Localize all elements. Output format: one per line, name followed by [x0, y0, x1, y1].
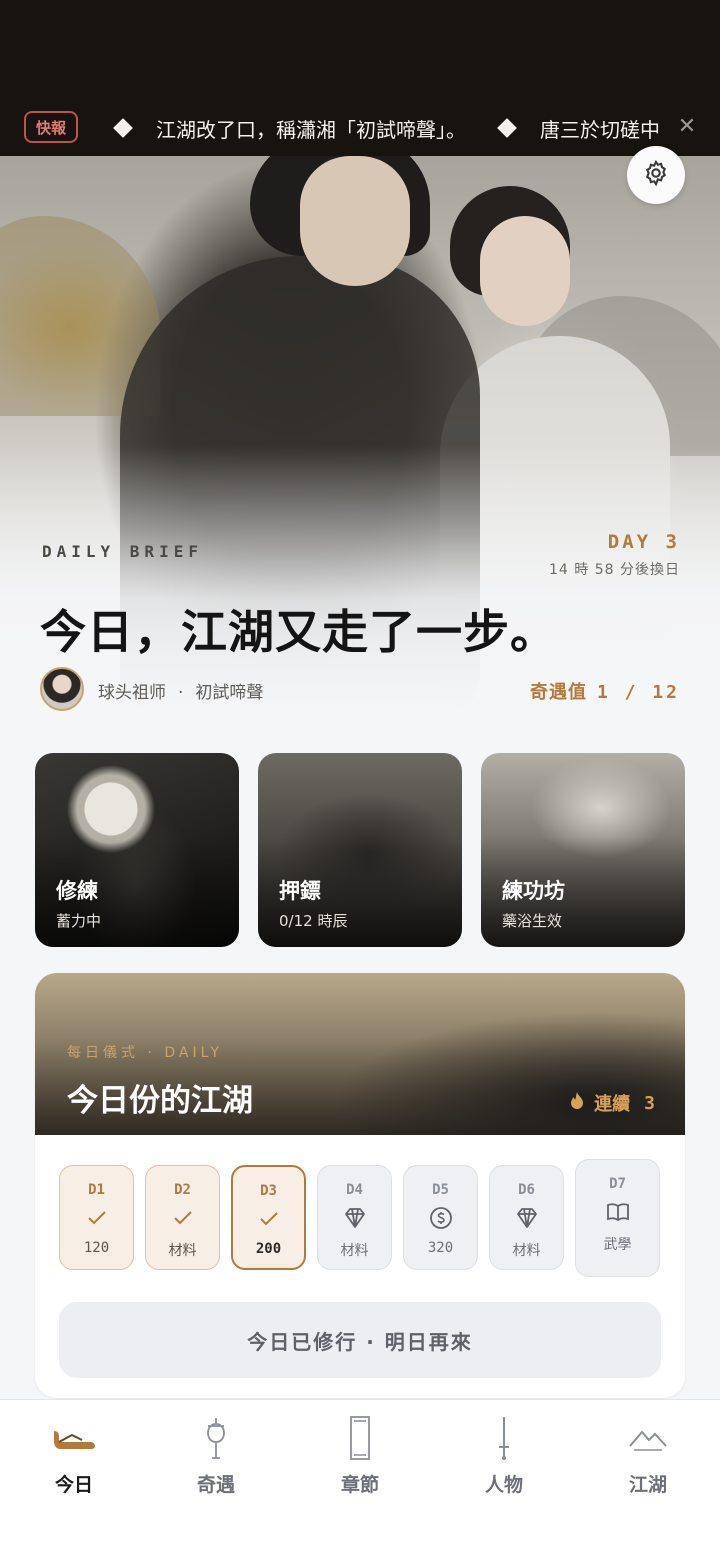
- day-cell-d2[interactable]: D2 材料: [145, 1165, 220, 1270]
- ticker-track: 江湖改了口，稱瀟湘「初試啼聲」。 唐三於切磋中: [110, 100, 675, 156]
- lantern-icon: [201, 1414, 231, 1462]
- nav-label: 人物: [484, 1474, 523, 1496]
- day-reward: 200: [255, 1241, 282, 1257]
- day-reward: 320: [427, 1240, 454, 1256]
- nav-item-chapters[interactable]: 章節: [288, 1414, 432, 1497]
- status-bar: [0, 0, 720, 100]
- day-reward: 材料: [168, 1243, 197, 1259]
- flame-icon: [568, 1091, 586, 1116]
- day-reward: 武學: [603, 1237, 632, 1253]
- gem-icon: [515, 1202, 539, 1234]
- nav-label: 奇遇: [196, 1474, 235, 1496]
- ticker-item: 唐三於切磋中: [494, 114, 660, 143]
- daily-brief-label: DAILY BRIEF: [42, 542, 203, 561]
- qiyu-counter: 奇遇值 1 / 12: [530, 678, 680, 704]
- ticker-badge: 快報: [24, 111, 78, 143]
- day-reward: 材料: [340, 1243, 369, 1259]
- day-label: DAY 3: [607, 531, 680, 553]
- day-label: D2: [174, 1182, 191, 1198]
- activity-subtitle: 藥浴生效: [502, 912, 563, 930]
- day-label: D7: [609, 1176, 626, 1192]
- activity-card-escort[interactable]: 押鏢 0/12 時辰: [258, 753, 462, 947]
- nav-item-characters[interactable]: 人物: [432, 1414, 576, 1497]
- activity-title: 修練: [56, 879, 98, 903]
- scroll-icon: [50, 1414, 98, 1462]
- user-title: 初試啼聲: [195, 683, 264, 703]
- day-cell-d5[interactable]: D5 320: [403, 1165, 478, 1270]
- user-info: 球头祖师 · 初試啼聲: [98, 678, 263, 703]
- sword-icon: [494, 1414, 514, 1462]
- qiyu-label: 奇遇值: [529, 682, 587, 703]
- day-label: D4: [346, 1182, 363, 1198]
- avatar[interactable]: [40, 667, 84, 711]
- streak-counter: 連續 3: [568, 1090, 655, 1116]
- separator: ·: [178, 683, 184, 703]
- activity-subtitle: 蓄力中: [56, 912, 102, 930]
- nav-item-jianghu[interactable]: 江湖: [576, 1414, 720, 1497]
- countdown-text: 14 時 58 分後換日: [549, 562, 680, 578]
- daily-complete-button[interactable]: 今日已修行 · 明日再來: [59, 1302, 661, 1378]
- news-ticker[interactable]: 快報 江湖改了口，稱瀟湘「初試啼聲」。 唐三於切磋中 ✕: [0, 100, 720, 156]
- mountain-icon: [628, 1414, 668, 1462]
- gem-icon: [343, 1202, 367, 1234]
- day-label: D3: [260, 1183, 277, 1199]
- daily-banner: 每日儀式 · DAILY 今日份的江湖 連續 3: [35, 973, 685, 1135]
- activity-card-cultivate[interactable]: 修練 蓄力中: [35, 753, 239, 947]
- user-name: 球头祖师: [98, 683, 166, 703]
- book-spine-icon: [345, 1414, 375, 1462]
- day-label: D6: [518, 1182, 535, 1198]
- day-label: D1: [88, 1182, 105, 1198]
- diamond-icon: [113, 118, 133, 138]
- check-icon: [171, 1202, 195, 1234]
- nav-item-encounter[interactable]: 奇遇: [144, 1414, 288, 1497]
- day-label: D5: [432, 1182, 449, 1198]
- activity-title: 押鏢: [279, 879, 321, 903]
- nav-label: 章節: [340, 1474, 379, 1496]
- bottom-nav: 今日 奇遇 章節 人物 江湖: [0, 1399, 720, 1561]
- streak-label: 連續: [594, 1094, 631, 1115]
- diamond-icon: [497, 118, 517, 138]
- activity-title: 練功坊: [502, 879, 565, 903]
- page-title: 今日，江湖又走了一步。: [40, 605, 557, 659]
- qiyu-value: 1 / 12: [596, 682, 680, 703]
- ticker-item: 江湖改了口，稱瀟湘「初試啼聲」。: [110, 114, 466, 143]
- settings-button[interactable]: [627, 146, 685, 204]
- activity-subtitle: 0/12 時辰: [279, 912, 348, 930]
- day-cell-d4[interactable]: D4 材料: [317, 1165, 392, 1270]
- day-reward: 120: [83, 1240, 110, 1256]
- nav-item-today[interactable]: 今日: [2, 1414, 146, 1497]
- figure-man-head: [300, 156, 410, 286]
- gear-icon: [642, 159, 670, 191]
- coin-icon: [429, 1202, 453, 1234]
- day-cell-d1[interactable]: D1 120: [59, 1165, 134, 1270]
- daily-title: 今日份的江湖: [67, 1083, 253, 1119]
- day-cell-d3[interactable]: D3 200: [231, 1165, 306, 1270]
- activity-card-training-hall[interactable]: 練功坊 藥浴生效: [481, 753, 685, 947]
- day-reward: 材料: [512, 1243, 541, 1259]
- check-icon: [85, 1202, 109, 1234]
- daily-tag: 每日儀式 · DAILY: [67, 1045, 224, 1061]
- close-icon[interactable]: ✕: [674, 114, 700, 139]
- book-icon: [605, 1196, 631, 1228]
- check-icon: [257, 1203, 281, 1235]
- figure-woman-head: [480, 216, 570, 326]
- day-cell-d6[interactable]: D6 材料: [489, 1165, 564, 1270]
- day-cell-d7[interactable]: D7 武學: [575, 1159, 660, 1277]
- nav-label: 今日: [54, 1474, 93, 1496]
- nav-label: 江湖: [628, 1474, 667, 1496]
- streak-value: 3: [644, 1092, 655, 1114]
